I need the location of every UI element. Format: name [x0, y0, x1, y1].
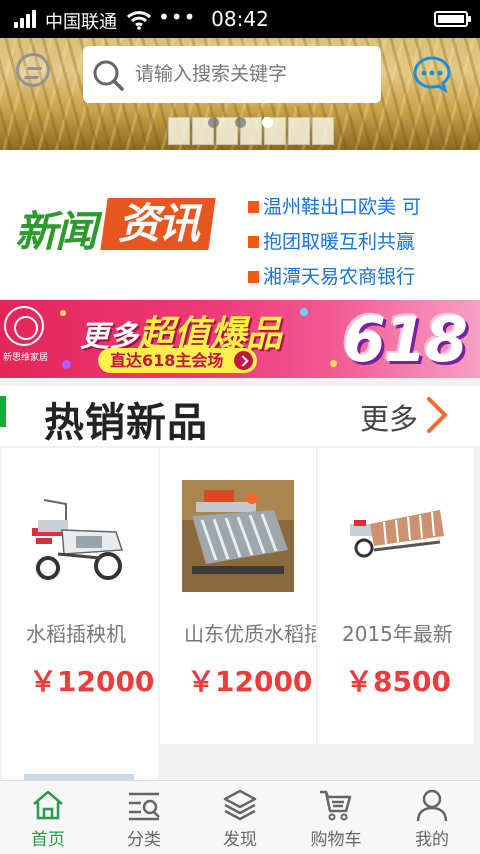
news-item[interactable]: 抱团取暖互利共赢 — [248, 225, 480, 260]
product-image — [182, 480, 294, 592]
tab-label: 购物车 — [310, 830, 362, 850]
category-icon — [129, 792, 160, 821]
product-card[interactable]: 水稻插秧机 ￥12000 — [2, 448, 158, 780]
clock: 08:42 — [211, 7, 269, 31]
promo-618-text: 618 — [342, 303, 468, 376]
home-icon — [33, 790, 63, 820]
banner-feature-panels — [168, 117, 334, 145]
search-bar[interactable] — [83, 46, 381, 103]
more-link[interactable]: 更多 — [360, 396, 418, 438]
product-card[interactable]: 山东优质水稻插秧机 ￥12000 — [160, 448, 316, 744]
chevron-right-icon[interactable] — [421, 396, 451, 434]
status-bar: 中国联通 ••• 08:42 — [0, 0, 480, 38]
promo-cta-label: 直达618主会场 — [110, 351, 224, 370]
tab-cart[interactable]: 购物车 — [288, 781, 384, 854]
product-price: ￥12000 — [29, 665, 155, 698]
section-accent-bar — [0, 396, 6, 427]
product-name: 水稻插秧机 — [26, 622, 126, 646]
promo-cta-button[interactable]: 直达618主会场 — [98, 348, 258, 373]
carousel-dot[interactable] — [235, 117, 246, 128]
tab-discover[interactable]: 发现 — [192, 781, 288, 854]
bottom-tab-bar: 首页 分类 发现 购物车 我的 — [0, 780, 480, 854]
news-section: 新闻 资讯 温州鞋出口欧美 可 抱团取暖互利共赢 湘潭天易农商银行 — [0, 150, 480, 300]
section-title: 热销新品 — [44, 400, 208, 446]
news-item[interactable]: 温州鞋出口欧美 可 — [248, 190, 480, 225]
product-name: 2015年最新 — [342, 622, 453, 646]
carousel-dot[interactable] — [208, 117, 219, 128]
product-price: ￥8500 — [345, 665, 451, 698]
battery-icon — [434, 11, 471, 27]
arrow-right-icon — [234, 351, 254, 370]
news-logo-part2-box: 资讯 — [100, 198, 216, 250]
search-input[interactable] — [135, 56, 371, 92]
app-logo-icon[interactable] — [16, 53, 50, 87]
news-list: 温州鞋出口欧美 可 抱团取暖互利共赢 湘潭天易农商银行 — [248, 190, 480, 295]
cart-icon — [320, 790, 352, 821]
hot-products-header: 热销新品 更多 — [0, 386, 480, 446]
tab-category[interactable]: 分类 — [96, 781, 192, 854]
promo-banner[interactable]: 新思维家居 更多超值爆品 直达618主会场 618 — [0, 300, 480, 378]
product-price: ￥12000 — [187, 665, 313, 698]
news-logo-part1: 新闻 — [15, 207, 97, 256]
product-grid: 水稻插秧机 ￥12000 山东优质水稻插秧机 ￥12000 — [0, 446, 480, 780]
product-name: 山东优质水稻插秧机 — [184, 622, 316, 646]
product-image — [340, 480, 452, 592]
product-card[interactable]: 2015年最新 ￥8500 — [318, 448, 474, 744]
carousel-dot-active[interactable] — [262, 117, 273, 128]
search-icon — [93, 60, 124, 91]
layers-icon — [223, 789, 257, 821]
news-item[interactable]: 湘潭天易农商银行 — [248, 260, 480, 295]
brand-logo-icon — [4, 306, 44, 346]
news-logo-part2: 资讯 — [117, 199, 198, 248]
message-icon[interactable] — [413, 55, 451, 93]
tab-label: 发现 — [223, 830, 257, 850]
tab-home[interactable]: 首页 — [0, 781, 96, 854]
tab-label: 分类 — [127, 830, 161, 850]
tab-label: 首页 — [31, 830, 65, 850]
tab-profile[interactable]: 我的 — [384, 781, 480, 854]
brand-name: 新思维家居 — [3, 353, 49, 363]
user-icon — [416, 789, 448, 822]
tab-label: 我的 — [415, 830, 449, 850]
product-image — [24, 480, 136, 592]
